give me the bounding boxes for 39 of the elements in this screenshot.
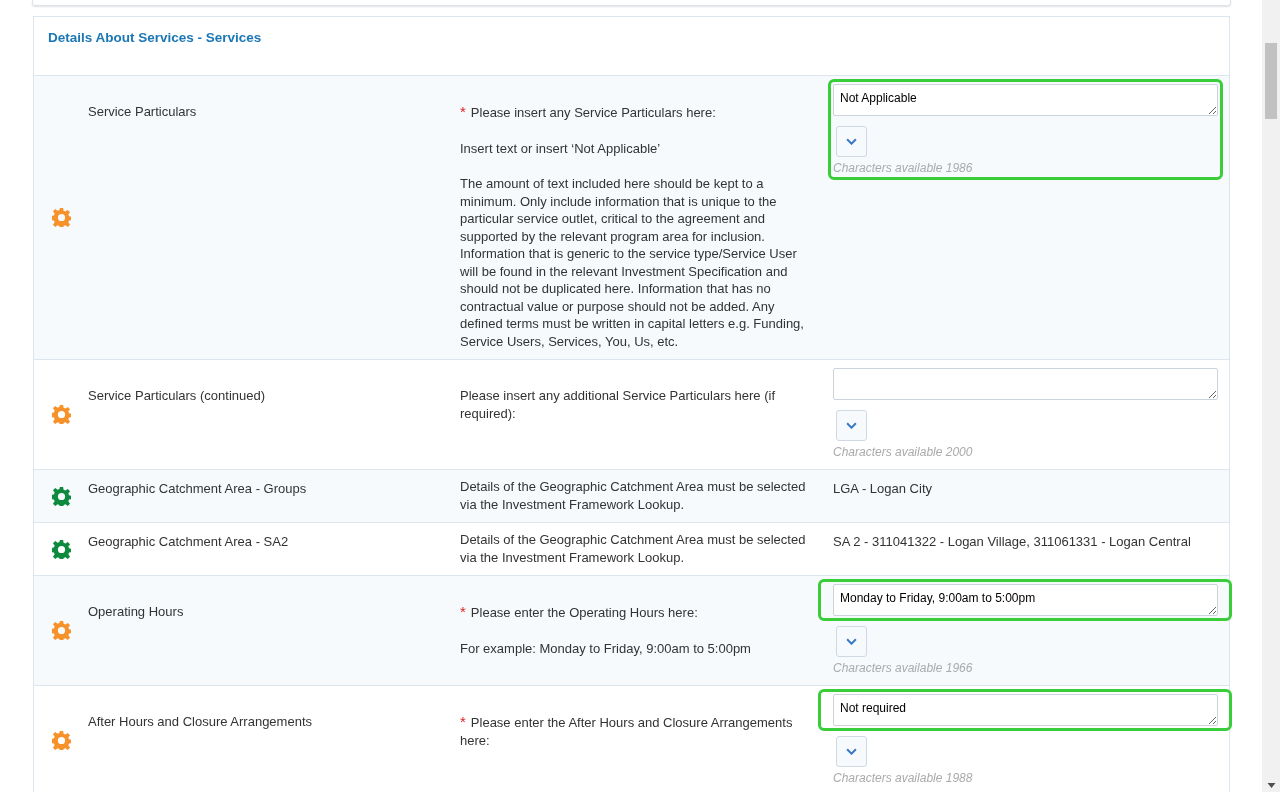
expand-button[interactable] xyxy=(836,626,867,657)
help-text: Insert text or insert ‘Not Applicable’ xyxy=(460,139,662,157)
character-count: Characters available 1966 xyxy=(833,661,974,675)
field-label: Operating Hours xyxy=(88,604,184,619)
chevron-down-icon xyxy=(846,422,857,429)
required-asterisk: * xyxy=(460,713,466,730)
text-area[interactable] xyxy=(833,368,1218,400)
chevron-down-icon xyxy=(846,748,857,755)
instruction-text: * Please enter the Operating Hours here: xyxy=(460,603,699,622)
required-asterisk: * xyxy=(460,103,466,120)
field-value: LGA - Logan City xyxy=(833,480,933,498)
chevron-down-icon xyxy=(846,138,857,145)
instruction-text: Details of the Geographic Catchment Area must be selected via the Investment Framework Lookup. xyxy=(460,478,807,513)
field-label: Geographic Catchment Area - Groups xyxy=(88,481,307,496)
help-text: For example: Monday to Friday, 9:00am to 5:00pm xyxy=(460,639,752,657)
field-label: Service Particulars xyxy=(88,104,197,119)
character-count: Characters available 2000 xyxy=(833,445,974,459)
instruction-text: Details of the Geographic Catchment Area must be selected via the Investment Framework Lookup. xyxy=(460,531,807,566)
instruction-text: * Please insert any Service Particulars here: xyxy=(460,103,717,122)
scroll-down-icon[interactable] xyxy=(1267,783,1276,788)
scrollbar-thumb[interactable] xyxy=(1265,43,1277,119)
instruction-text: * Please enter the After Hours and Closure Arrangements here: xyxy=(460,713,794,749)
text-area[interactable]: Not required xyxy=(833,694,1218,726)
field-label: Geographic Catchment Area - SA2 xyxy=(88,534,289,549)
expand-button[interactable] xyxy=(836,410,867,441)
character-count: Characters available 1988 xyxy=(833,771,974,785)
expand-button[interactable] xyxy=(836,736,867,767)
expand-button[interactable] xyxy=(836,126,867,157)
field-label: After Hours and Closure Arrangements xyxy=(88,714,312,729)
character-count: Characters available 1986 xyxy=(833,161,974,175)
chevron-down-icon xyxy=(846,638,857,645)
help-text: The amount of text included here should be kept to a minimum. Only include information that is unique to the particular service outlet, critical to the agreement and supported by the relevant program area for inclusion. Information that is generic to the service type/Service User will be found in the relevant Investment Specification and should not be duplicated here. Information that has no contractual value or purpose should not be added. Any defined terms must be written in capital letters e.g. Funding, Service Users, Services, You, Us, etc. xyxy=(460,175,805,350)
field-label: Service Particulars (continued) xyxy=(88,388,266,403)
instruction-text: Please insert any additional Service Particulars here (if required): xyxy=(460,387,777,422)
field-value: SA 2 - 311041322 - Logan Village, 311061331 - Logan Central xyxy=(833,533,1192,551)
text-area[interactable]: Monday to Friday, 9:00am to 5:00pm xyxy=(833,584,1218,616)
section-title: Details About Services - Services xyxy=(48,30,262,45)
text-area[interactable]: Not Applicable xyxy=(833,84,1218,116)
required-asterisk: * xyxy=(460,603,466,620)
